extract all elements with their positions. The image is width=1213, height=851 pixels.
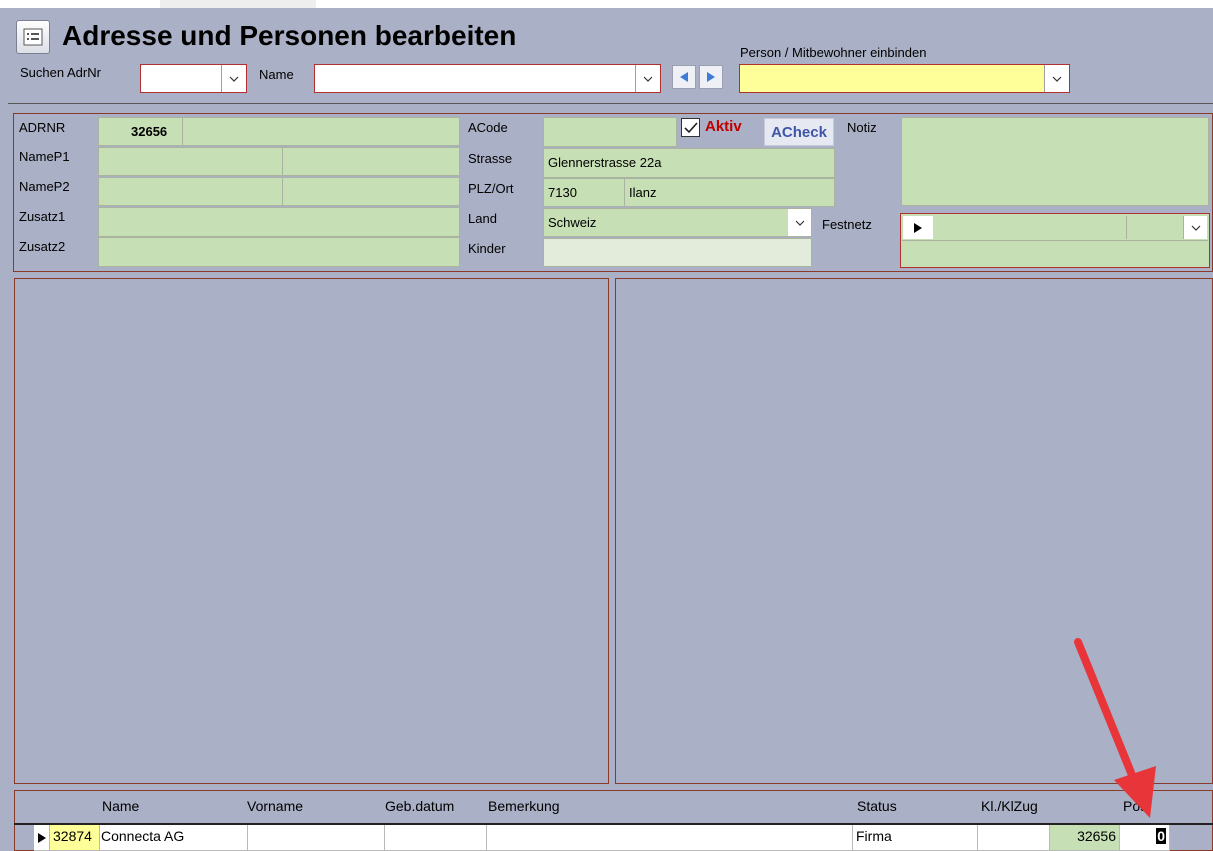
notiz-label: Notiz [847, 120, 877, 135]
annotation-arrow-icon [1074, 638, 1156, 818]
zusatz2-field[interactable] [98, 237, 460, 267]
person-combo[interactable] [739, 64, 1070, 93]
chevron-down-icon[interactable] [221, 65, 246, 92]
page-title: Adresse und Personen bearbeiten [62, 20, 517, 51]
kinder-field[interactable] [543, 238, 812, 267]
cell-vorname[interactable] [248, 825, 385, 851]
kinder-label: Kinder [468, 241, 506, 256]
cell-klzug[interactable] [978, 825, 1050, 851]
record-selector-icon[interactable] [903, 216, 933, 239]
chevron-down-icon[interactable] [788, 209, 811, 236]
cell-bemerkung[interactable] [487, 825, 853, 851]
namep2-field-2[interactable] [282, 177, 460, 206]
col-header-vorname: Vorname [247, 798, 304, 814]
festnetz-label: Festnetz [822, 217, 872, 232]
search-name-combo[interactable] [314, 64, 661, 93]
plz-field[interactable]: 7130 [543, 178, 625, 207]
strasse-label: Strasse [468, 151, 513, 166]
land-combo[interactable]: Schweiz [543, 208, 812, 237]
next-record-button[interactable] [699, 65, 723, 89]
col-header-name: Name [102, 798, 140, 814]
zusatz2-label: Zusatz2 [19, 239, 66, 254]
search-adrnr-combo[interactable] [140, 64, 247, 93]
festnetz-number-field[interactable] [934, 216, 1127, 239]
zusatz1-field[interactable] [98, 207, 460, 237]
acode-label: ACode [468, 120, 508, 135]
plz-ort-label: PLZ/Ort [468, 181, 514, 196]
search-adrnr-label: Suchen AdrNr [20, 65, 101, 80]
adrnr-label: ADRNR [19, 120, 66, 135]
window-top-strip [0, 0, 1213, 8]
chevron-down-icon[interactable] [1183, 216, 1207, 239]
namep2-field-1[interactable] [98, 177, 283, 206]
zusatz1-label: Zusatz1 [19, 209, 66, 224]
notiz-field[interactable] [901, 117, 1209, 206]
col-header-klzug: Kl./KlZug [981, 798, 1038, 814]
namep1-field-1[interactable] [98, 147, 283, 176]
tab-hint [160, 0, 316, 8]
land-label: Land [468, 211, 497, 226]
col-header-bemerkung: Bemerkung [488, 798, 560, 814]
header-divider [8, 103, 1213, 104]
namep2-label: NameP2 [19, 179, 70, 194]
arrow-left-icon [680, 72, 688, 82]
search-name-label: Name [259, 67, 294, 82]
adrnr-divider [182, 117, 183, 146]
adrnr-field[interactable]: 32656 [98, 117, 460, 146]
chevron-down-icon[interactable] [1044, 65, 1069, 92]
cell-name[interactable]: Connecta AG [100, 825, 248, 851]
left-subform-panel [14, 278, 609, 784]
aktiv-checkbox[interactable] [681, 118, 700, 137]
strasse-field[interactable]: Glennerstrasse 22a [543, 148, 835, 178]
acode-field[interactable] [543, 117, 677, 147]
festnetz-row-divider [902, 240, 1208, 241]
col-header-gebdatum: Geb.datum [385, 798, 455, 814]
ort-field[interactable]: Ilanz [624, 178, 835, 207]
person-combo-label: Person / Mitbewohner einbinden [740, 45, 927, 60]
aktiv-label: Aktiv [705, 118, 742, 135]
arrow-right-icon [707, 72, 715, 82]
table-row[interactable]: 32874 Connecta AG Firma 32656 0 [14, 825, 1213, 851]
cell-status[interactable]: Firma [853, 825, 978, 851]
namep1-field-2[interactable] [282, 147, 460, 176]
land-value: Schweiz [548, 215, 597, 230]
record-selector-icon[interactable] [34, 825, 50, 851]
previous-record-button[interactable] [672, 65, 696, 89]
col-header-status: Status [857, 798, 897, 814]
acheck-button[interactable]: ACheck [764, 118, 834, 146]
chevron-down-icon[interactable] [635, 65, 660, 92]
form-icon[interactable] [16, 20, 50, 54]
namep1-label: NameP1 [19, 149, 70, 164]
checkmark-icon [683, 121, 698, 133]
cell-gebdatum[interactable] [385, 825, 487, 851]
cell-id[interactable]: 32874 [50, 825, 100, 851]
